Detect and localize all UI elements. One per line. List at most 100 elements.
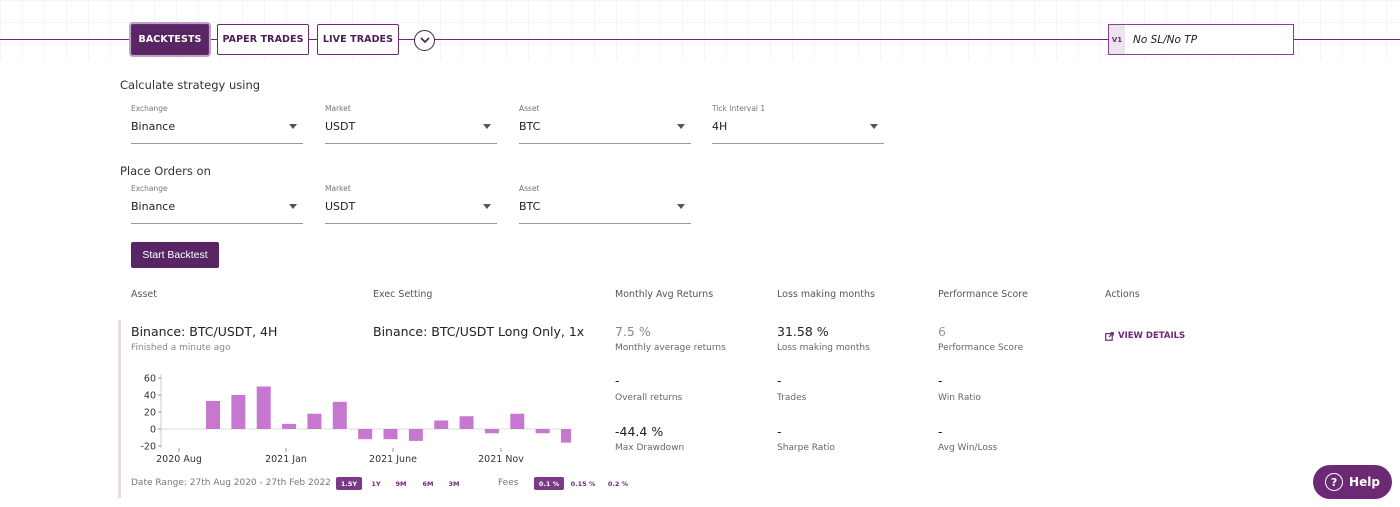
x-tick-label: 2021 June <box>369 454 417 465</box>
calc-asset-select[interactable]: Asset BTC <box>519 104 691 144</box>
field-label: Market <box>325 184 351 193</box>
chart-bar <box>408 429 423 441</box>
chart-bar <box>206 400 220 429</box>
loss-months-value: 31.58 % <box>777 324 829 339</box>
monthly-avg-value: 7.5 % <box>615 324 651 339</box>
date-range-label: Date Range: 27th Aug 2020 - 27th Feb 202… <box>131 478 331 488</box>
period-option-1-5y[interactable]: 1.5Y <box>336 477 362 490</box>
overall-returns-value: - <box>615 373 620 388</box>
view-details-link[interactable]: VIEW DETAILS <box>1105 331 1185 341</box>
help-button[interactable]: ? Help <box>1313 465 1392 499</box>
chart-bar <box>256 386 271 429</box>
fee-option-0-15[interactable]: 0.15 % <box>569 477 597 490</box>
y-tick-label: 0 <box>150 425 156 436</box>
trades-label: Trades <box>777 393 807 403</box>
header-exec-setting: Exec Setting <box>373 289 433 300</box>
calculate-section-title: Calculate strategy using <box>120 78 261 92</box>
chart-bar <box>510 413 525 429</box>
x-tick-label: 2020 Aug <box>156 454 202 465</box>
avg-win-loss-label: Avg Win/Loss <box>938 443 998 453</box>
caret-down-icon <box>870 124 878 129</box>
start-backtest-button[interactable]: Start Backtest <box>131 242 219 268</box>
y-tick-label: 20 <box>144 408 156 419</box>
period-option-6m[interactable]: 6M <box>418 477 438 490</box>
fee-option-0-1[interactable]: 0.1 % <box>534 477 564 490</box>
fees-label: Fees <box>498 478 519 488</box>
period-option-9m[interactable]: 9M <box>391 477 411 490</box>
tab-paper-trades[interactable]: PAPER TRADES <box>217 24 309 55</box>
header-asset: Asset <box>131 289 157 300</box>
caret-down-icon <box>677 124 685 129</box>
chart-bar <box>332 401 347 429</box>
perf-score-label: Performance Score <box>938 343 1024 353</box>
orders-exchange-select[interactable]: Exchange Binance <box>131 184 303 224</box>
field-value: Binance <box>131 200 176 213</box>
caret-down-icon <box>677 204 685 209</box>
field-label: Asset <box>519 184 540 193</box>
chevron-down-icon <box>419 37 430 44</box>
chart-bar <box>434 420 449 429</box>
y-tick-label: 60 <box>144 374 156 385</box>
trades-value: - <box>777 373 782 388</box>
external-link-icon <box>1105 331 1114 341</box>
calc-market-select[interactable]: Market USDT <box>325 104 497 144</box>
y-tick-label: -20 <box>140 442 156 453</box>
max-drawdown-label: Max Drawdown <box>615 443 685 453</box>
row-finished-time: Finished a minute ago <box>131 343 231 353</box>
view-details-label: VIEW DETAILS <box>1118 331 1186 341</box>
max-drawdown-value: -44.4 % <box>615 424 664 439</box>
caret-down-icon <box>483 124 491 129</box>
field-label: Market <box>325 104 351 113</box>
chart-bar <box>561 429 571 443</box>
caret-down-icon <box>289 124 297 129</box>
strategy-selector[interactable]: V1 No SL/No TP <box>1108 24 1294 55</box>
sharpe-value: - <box>777 424 782 439</box>
chart-bar <box>307 413 322 429</box>
chart-bar <box>358 429 373 440</box>
field-label: Tick Interval 1 <box>712 104 766 113</box>
orders-section-title: Place Orders on <box>120 164 211 178</box>
chart-bar <box>231 395 246 429</box>
fee-option-0-2[interactable]: 0.2 % <box>604 477 632 490</box>
caret-down-icon <box>289 204 297 209</box>
field-value: BTC <box>519 120 541 133</box>
chart-bar <box>282 423 297 429</box>
overall-returns-label: Overall returns <box>615 393 683 403</box>
row-asset-name: Binance: BTC/USDT, 4H <box>131 324 278 339</box>
field-label: Exchange <box>131 104 168 113</box>
field-label: Exchange <box>131 184 168 193</box>
period-option-1y[interactable]: 1Y <box>366 477 386 490</box>
header-monthly-avg-returns: Monthly Avg Returns <box>615 289 714 300</box>
calc-exchange-select[interactable]: Exchange Binance <box>131 104 303 144</box>
y-tick-label: 40 <box>144 391 156 402</box>
perf-score-value: 6 <box>938 324 946 339</box>
more-tabs-button[interactable] <box>414 30 435 51</box>
monthly-avg-label: Monthly average returns <box>615 343 726 353</box>
header-performance-score: Performance Score <box>938 289 1028 300</box>
help-label: Help <box>1349 475 1380 489</box>
tab-live-trades[interactable]: LIVE TRADES <box>317 24 399 55</box>
orders-market-select[interactable]: Market USDT <box>325 184 497 224</box>
field-value: BTC <box>519 200 541 213</box>
row-exec-setting: Binance: BTC/USDT Long Only, 1x <box>373 324 585 339</box>
period-option-3m[interactable]: 3M <box>444 477 464 490</box>
field-value: Binance <box>131 120 176 133</box>
field-value: USDT <box>325 120 356 133</box>
field-value: USDT <box>325 200 356 213</box>
strategy-version-badge: V1 <box>1109 25 1125 54</box>
question-icon: ? <box>1325 473 1344 491</box>
tab-backtests[interactable]: BACKTESTS <box>131 24 209 55</box>
orders-asset-select[interactable]: Asset BTC <box>519 184 691 224</box>
chart-bar <box>535 429 550 434</box>
x-tick-label: 2021 Nov <box>478 454 524 465</box>
header-loss-making-months: Loss making months <box>777 289 875 300</box>
chart-bar <box>383 429 398 440</box>
strategy-name: No SL/No TP <box>1133 33 1198 46</box>
chart-bar <box>484 429 499 434</box>
loss-months-label: Loss making months <box>777 343 870 353</box>
x-tick-label: 2021 Jan <box>265 454 307 465</box>
win-ratio-value: - <box>938 373 943 388</box>
chart-bar <box>459 416 474 429</box>
win-ratio-label: Win Ratio <box>938 393 981 403</box>
calc-tick-interval-select[interactable]: Tick Interval 1 4H <box>712 104 884 144</box>
